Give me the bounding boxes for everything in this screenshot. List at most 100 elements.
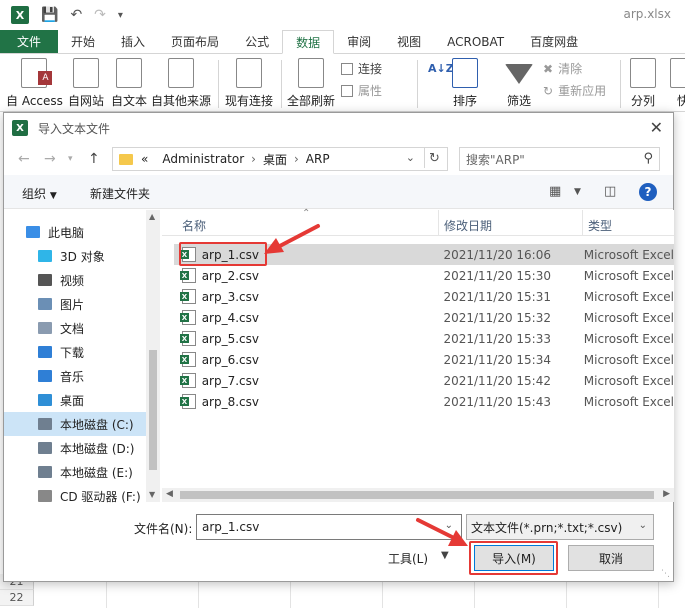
search-box[interactable]: 搜索"ARP" ⚲ [459,147,660,171]
tab-5[interactable]: 数据 [282,30,335,54]
nav-item[interactable]: 本地磁盘 (C:) [4,412,146,436]
help-icon[interactable]: ? [639,183,657,201]
new-folder-button[interactable]: 新建文件夹 [90,185,150,202]
tab-7[interactable]: 视图 [384,30,434,53]
nav-item[interactable]: 桌面 [4,388,146,412]
sort-az-button[interactable]: A↓Z [428,62,454,75]
tools-button[interactable]: 工具(L) [388,550,428,567]
undo-icon[interactable]: ↶ [70,7,82,23]
nav-item[interactable]: 本地磁盘 (E:) [4,460,146,484]
text-to-columns-button[interactable]: 分列 [630,58,656,109]
documents-icon [38,322,52,334]
clear-button[interactable]: ✖ 清除 [543,60,582,77]
redo-icon[interactable]: ↷ [94,7,106,23]
flash-fill-icon [670,58,685,88]
file-date: 2021/11/20 15:34 [443,352,551,367]
cancel-button[interactable]: 取消 [568,545,654,571]
flash-fill-button[interactable]: 快 [670,58,685,109]
from-access-button[interactable]: 自 Access [6,58,63,109]
breadcrumb-item[interactable]: ARP [306,152,330,166]
recent-locations-chevron-icon[interactable]: ▾ [68,154,73,164]
nav-item[interactable]: 图片 [4,292,146,316]
tab-1[interactable]: 开始 [58,30,108,53]
file-row[interactable]: arp_8.csv 2021/11/20 15:43 Microsoft Excel [174,391,674,412]
tab-3[interactable]: 页面布局 [158,30,232,53]
scroll-down-icon[interactable]: ▼ [149,490,155,499]
file-row[interactable]: arp_2.csv 2021/11/20 15:30 Microsoft Excel [174,265,674,286]
scroll-up-icon[interactable]: ▲ [149,212,155,221]
view-options-icon[interactable]: ▦ [549,184,561,199]
tab-8[interactable]: ACROBAT [434,30,517,53]
address-dropdown-icon[interactable]: ⌄ [406,151,415,164]
nav-item[interactable]: 本地磁盘 (D:) [4,436,146,460]
column-name-header[interactable]: 名称 [182,217,206,234]
customize-icon[interactable]: ▾ [118,10,123,21]
search-icon[interactable]: ⚲ [643,151,653,166]
back-arrow-icon[interactable]: ← [18,151,30,167]
chevron-down-icon[interactable]: ▼ [574,187,581,197]
reapply-button[interactable]: ↻ 重新应用 [543,82,606,99]
filter-button[interactable]: 筛选 [505,58,533,109]
nav-item[interactable]: 3D 对象 [4,244,146,268]
nav-scrollbar[interactable]: ▲ ▼ [146,210,160,502]
file-row[interactable]: arp_4.csv 2021/11/20 15:32 Microsoft Excel [174,307,674,328]
tab-2[interactable]: 插入 [108,30,158,53]
nav-item[interactable]: 视频 [4,268,146,292]
refresh-icon[interactable]: ↻ [424,148,444,168]
connections-button[interactable]: 连接 [341,60,382,77]
breadcrumb-prefix[interactable]: « [141,152,148,166]
file-row[interactable]: arp_7.csv 2021/11/20 15:42 Microsoft Excel [174,370,674,391]
tab-9[interactable]: 百度网盘 [517,30,591,53]
properties-button[interactable]: 属性 [341,82,382,99]
scroll-right-icon[interactable]: ▶ [663,489,670,499]
column-date-header[interactable]: 修改日期 [444,217,492,234]
up-arrow-icon[interactable]: ↑ [88,151,100,167]
tab-4[interactable]: 公式 [232,30,282,53]
nav-item[interactable]: 音乐 [4,364,146,388]
breadcrumb-item[interactable]: 桌面 [263,151,287,168]
scroll-left-icon[interactable]: ◀ [166,489,173,499]
resize-grip-icon[interactable]: ⋱ [661,569,670,579]
from-text-button[interactable]: 自文本 [111,58,147,109]
nav-item[interactable]: CD 驱动器 (F:) [4,484,146,508]
existing-connections-button[interactable]: 现有连接 [225,58,273,109]
row-number[interactable]: 22 [0,590,34,606]
save-icon[interactable]: 💾 [41,7,58,23]
nav-item[interactable]: 此电脑 [4,220,146,244]
nav-item-label: 本地磁盘 (C:) [60,417,134,432]
tab-0[interactable]: 文件 [0,30,59,53]
reapply-label: 重新应用 [558,84,607,98]
filetype-select[interactable]: 文本文件(*.prn;*.txt;*.csv) ⌄ [466,514,654,540]
from-web-button[interactable]: 自网站 [68,58,104,109]
sort-label: 排序 [452,94,477,108]
access-icon [21,58,53,88]
file-row[interactable]: arp_5.csv 2021/11/20 15:33 Microsoft Excel [174,328,674,349]
drive-icon [38,442,52,454]
address-bar[interactable]: « Administrator › 桌面 › ARP ⌄ [112,147,448,171]
file-name: arp_3.csv [201,289,260,304]
scrollbar-thumb[interactable] [149,350,157,470]
organize-button[interactable]: 组织 ▼ [22,185,57,202]
horizontal-scrollbar[interactable]: ◀ ▶ [162,488,674,502]
sort-button[interactable]: 排序 [452,58,478,109]
dialog-title: 导入文本文件 [38,121,111,136]
preview-pane-icon[interactable]: ◫ [604,184,616,199]
file-row[interactable]: arp_3.csv 2021/11/20 15:31 Microsoft Excel [174,286,674,307]
csv-file-icon [180,373,196,388]
nav-item[interactable]: 文档 [4,316,146,340]
from-other-sources-button[interactable]: 自其他来源 [151,58,211,109]
scrollbar-thumb[interactable] [180,491,654,499]
column-type-header[interactable]: 类型 [588,217,612,234]
breadcrumb-separator-icon: › [251,152,256,166]
breadcrumb-item[interactable]: Administrator [162,152,244,166]
file-name: arp_7.csv [201,373,260,388]
forward-arrow-icon[interactable]: → [44,151,56,167]
tab-6[interactable]: 审阅 [334,30,384,53]
nav-item[interactable]: 下载 [4,340,146,364]
refresh-all-button[interactable]: 全部刷新 [287,58,335,109]
chevron-down-icon[interactable]: ▼ [441,550,449,561]
ribbon-divider [281,60,282,108]
file-row[interactable]: arp_6.csv 2021/11/20 15:34 Microsoft Excel [174,349,674,370]
window-filename: arp.xlsx [623,7,671,21]
close-icon[interactable]: ✕ [650,118,663,137]
